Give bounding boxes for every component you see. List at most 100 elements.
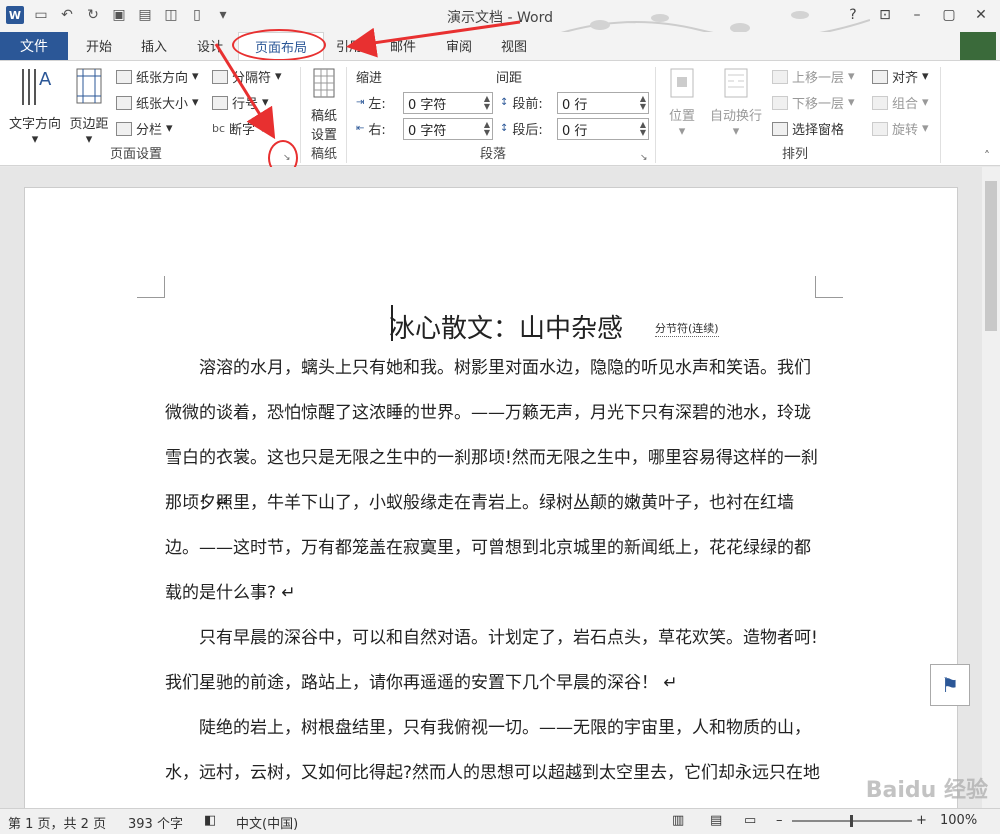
paragraph-dialog-launcher-icon[interactable]: ↘	[640, 153, 648, 163]
paragraph[interactable]: 只有早晨的深谷中，可以和自然对语。计划定了，岩石点头，草花欢笑。造物者呵!我们星…	[165, 616, 825, 706]
paragraph[interactable]: 陡绝的岩上，树根盘结里，只有我俯视一切。——无限的宇宙里，人和物质的山，水，远村…	[165, 706, 825, 808]
group-separator	[940, 67, 941, 163]
ribbon-page-layout: A 文字方向 ▾ 页边距 ▾ 纸张方向 ▾ 纸张大小 ▾ 分栏 ▾ 分隔符 ▾ 行号 ▾ bc…	[0, 60, 1000, 166]
group-label-paragraph: 段落	[480, 147, 507, 162]
zoom-out-icon[interactable]: –	[776, 813, 783, 828]
maximize-icon[interactable]: ▢	[936, 4, 962, 26]
status-bar: 第 1 页，共 2 页 393 个字 ◧ 中文(中国) ▥ ▤ ▭ – + 10…	[0, 808, 1000, 834]
orientation-icon	[116, 69, 132, 84]
bookmark-icon[interactable]: ⚑	[930, 664, 970, 706]
spinner-icon[interactable]: ▲ ▼	[484, 121, 490, 137]
align-icon	[872, 69, 888, 84]
send-backward-button[interactable]: 下移一层 ▾	[772, 93, 855, 112]
tab-home[interactable]: 开始	[86, 36, 112, 55]
ribbon-display-icon[interactable]: ⊡	[872, 4, 898, 26]
minimize-icon[interactable]: –	[904, 4, 930, 26]
hyphenation-icon: bc	[212, 122, 226, 135]
margins-icon	[76, 68, 102, 104]
language-indicator[interactable]: 中文(中国)	[236, 813, 298, 832]
text-direction-button[interactable]: A 文字方向 ▾	[6, 65, 64, 147]
orientation-button[interactable]: 纸张方向 ▾	[116, 67, 199, 86]
spacing-before-label: ↕ 段前:	[500, 97, 543, 112]
line-numbers-button[interactable]: 行号 ▾	[212, 93, 269, 112]
columns-button[interactable]: 分栏 ▾	[116, 119, 173, 138]
tab-insert[interactable]: 插入	[141, 36, 167, 55]
document-page[interactable]: 冰心散文：山中杂感 分节符(连续) 溶溶的水月，螭头上只有她和我。树影里对面水边…	[24, 187, 958, 808]
margins-button[interactable]: 页边距 ▾	[66, 65, 112, 147]
group-label-page-setup: 页面设置	[110, 147, 163, 162]
page-count[interactable]: 第 1 页，共 2 页	[8, 813, 106, 832]
tab-review[interactable]: 审阅	[446, 36, 472, 55]
spinner-icon[interactable]: ▲ ▼	[640, 121, 646, 137]
spacing-after-field[interactable]: 0 行 ▲ ▼	[557, 118, 649, 140]
indent-right-label: ⇤ 右:	[356, 123, 386, 138]
bring-forward-button[interactable]: 上移一层 ▾	[772, 67, 855, 86]
print-layout-icon[interactable]: ▤	[710, 813, 722, 828]
collapse-ribbon-icon[interactable]: ˄	[984, 149, 990, 163]
document-title[interactable]: 冰心散文：山中杂感	[389, 308, 623, 345]
wrap-text-button[interactable]: 自动换行 ▾	[704, 67, 768, 139]
wrap-text-icon	[724, 68, 748, 98]
spacing-after-icon: ↕	[500, 123, 509, 134]
group-button[interactable]: 组合 ▾	[872, 93, 929, 112]
size-button[interactable]: 纸张大小 ▾	[116, 93, 199, 112]
tab-file[interactable]: 文件	[0, 32, 68, 60]
indent-left-field[interactable]: 0 字符 ▲ ▼	[403, 92, 493, 114]
paragraph[interactable]: 夕照里，牛羊下山了，小蚁般缘走在青岩上。绿树丛颠的嫩黄叶子，也衬在红墙边。——这…	[165, 481, 825, 616]
columns-icon	[116, 121, 132, 136]
position-icon	[670, 68, 694, 98]
selection-pane-icon	[772, 121, 788, 136]
group-separator	[346, 67, 347, 163]
manuscript-settings-button[interactable]: 稿纸 设置	[304, 67, 344, 143]
margin-corner-mark	[137, 276, 165, 298]
web-layout-icon[interactable]: ▭	[744, 813, 756, 828]
zoom-level[interactable]: 100%	[940, 813, 977, 828]
indent-right-icon: ⇤	[356, 123, 365, 134]
title-bar: W ▭ ↶ ↻ ▣ ▤ ◫ ▯ ▾ 演示文档 - Word ? ⊡ – ▢ ✕	[0, 0, 1000, 32]
word-count[interactable]: 393 个字	[128, 813, 183, 832]
tab-view[interactable]: 视图	[501, 36, 527, 55]
tab-design[interactable]: 设计	[197, 36, 223, 55]
section-break-mark: 分节符(连续)	[655, 322, 719, 337]
send-backward-icon	[772, 95, 788, 110]
zoom-in-icon[interactable]: +	[916, 813, 927, 828]
manuscript-icon	[313, 68, 335, 98]
tab-mailings[interactable]: 邮件	[390, 36, 416, 55]
position-button[interactable]: 位置 ▾	[662, 67, 702, 139]
group-separator	[300, 67, 301, 163]
spacing-before-field[interactable]: 0 行 ▲ ▼	[557, 92, 649, 114]
ribbon-tabs: 文件 开始 插入 设计 页面布局 引用 邮件 审阅 视图	[0, 32, 1000, 60]
indent-right-field[interactable]: 0 字符 ▲ ▼	[403, 118, 493, 140]
breaks-button[interactable]: 分隔符 ▾	[212, 67, 282, 86]
window-controls: ? ⊡ – ▢ ✕	[840, 4, 994, 26]
read-mode-icon[interactable]: ▥	[672, 813, 684, 828]
scrollbar-thumb[interactable]	[985, 181, 997, 331]
rotate-icon	[872, 121, 888, 136]
hyphenation-button[interactable]: bc 断字 ▾	[212, 119, 266, 138]
group-separator	[655, 67, 656, 163]
tab-references[interactable]: 引用	[336, 36, 362, 55]
watermark: Baidu 经验	[865, 778, 988, 803]
spinner-icon[interactable]: ▲ ▼	[640, 95, 646, 111]
margin-corner-mark	[815, 276, 843, 298]
svg-text:A: A	[39, 69, 52, 90]
indent-left-icon: ⇥	[356, 97, 365, 108]
help-button[interactable]: ?	[840, 4, 866, 26]
rotate-button[interactable]: 旋转 ▾	[872, 119, 929, 138]
paper-size-icon	[116, 95, 132, 110]
text-direction-icon: A	[22, 69, 52, 105]
spacing-title: 间距	[496, 71, 523, 86]
group-icon	[872, 95, 888, 110]
account-avatar[interactable]	[960, 32, 996, 60]
close-icon[interactable]: ✕	[968, 4, 994, 26]
vertical-scrollbar[interactable]	[982, 167, 1000, 808]
indent-left-label: ⇥ 左:	[356, 97, 386, 112]
selection-pane-button[interactable]: 选择窗格	[772, 119, 844, 138]
align-button[interactable]: 对齐 ▾	[872, 67, 929, 86]
document-area: 冰心散文：山中杂感 分节符(连续) 溶溶的水月，螭头上只有她和我。树影里对面水边…	[0, 167, 982, 808]
indent-title: 缩进	[356, 71, 383, 86]
zoom-slider-thumb[interactable]	[850, 815, 853, 827]
spacing-after-label: ↕ 段后:	[500, 123, 543, 138]
spinner-icon[interactable]: ▲ ▼	[484, 95, 490, 111]
proofing-icon[interactable]: ◧	[204, 813, 216, 828]
